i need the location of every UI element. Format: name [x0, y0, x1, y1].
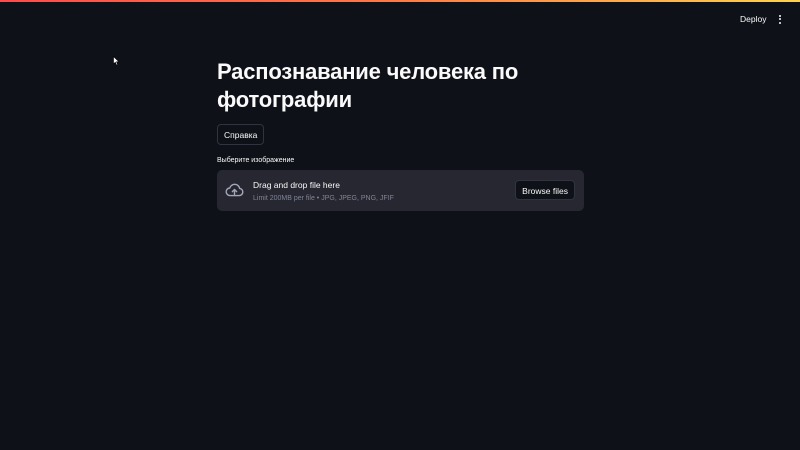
file-dropzone[interactable]: Drag and drop file here Limit 200MB per …	[217, 170, 584, 211]
help-button[interactable]: Справка	[217, 124, 265, 145]
cloud-upload-icon	[225, 183, 244, 197]
dropzone-limit: Limit 200MB per file • JPG, JPEG, PNG, J…	[253, 195, 394, 202]
main-content: Распознавание человека по фотографии Спр…	[217, 58, 584, 211]
mouse-cursor-icon	[113, 56, 120, 66]
deploy-button[interactable]: Deploy	[736, 11, 770, 27]
dropzone-text: Drag and drop file here Limit 200MB per …	[253, 180, 394, 204]
dropzone-instruction: Drag and drop file here	[253, 180, 340, 190]
uploader-label: Выберите изображение	[217, 157, 295, 164]
more-vertical-icon[interactable]	[774, 11, 786, 27]
app-header: Deploy	[0, 0, 800, 40]
page-title: Распознавание человека по фотографии	[217, 59, 519, 112]
browse-files-button[interactable]: Browse files	[515, 180, 575, 200]
